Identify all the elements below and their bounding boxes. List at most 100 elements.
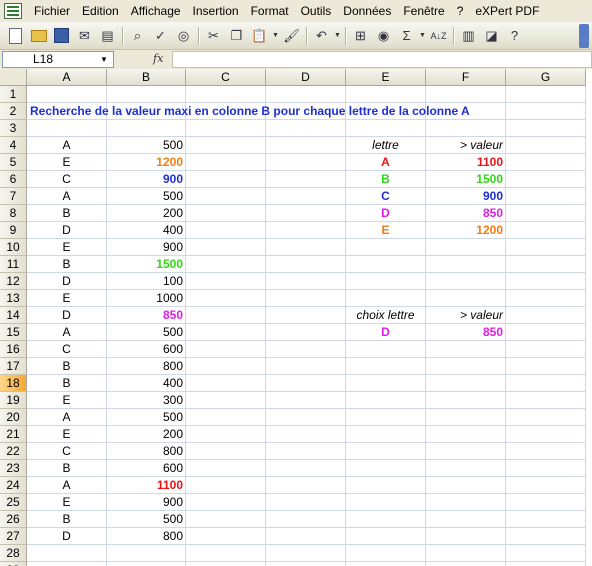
cell-D5[interactable] xyxy=(266,154,346,171)
cell-D11[interactable] xyxy=(266,256,346,273)
cell-A11[interactable]: B xyxy=(27,256,107,273)
cell-E20[interactable] xyxy=(346,409,426,426)
row-header[interactable]: 6 xyxy=(0,171,27,188)
cell-E10[interactable] xyxy=(346,239,426,256)
cell-F9[interactable]: 1200 xyxy=(426,222,506,239)
cell-F22[interactable] xyxy=(426,443,506,460)
column-header-e[interactable]: E xyxy=(346,69,426,86)
cell-G21[interactable] xyxy=(506,426,586,443)
cell-B22[interactable]: 800 xyxy=(107,443,186,460)
row-header[interactable]: 13 xyxy=(0,290,27,307)
cell-D3[interactable] xyxy=(266,120,346,137)
cell-C4[interactable] xyxy=(186,137,266,154)
cell-E24[interactable] xyxy=(346,477,426,494)
cell-A3[interactable] xyxy=(27,120,107,137)
row-header[interactable]: 11 xyxy=(0,256,27,273)
row-header[interactable]: 12 xyxy=(0,273,27,290)
cell-C21[interactable] xyxy=(186,426,266,443)
cell-C5[interactable] xyxy=(186,154,266,171)
cell-B12[interactable]: 100 xyxy=(107,273,186,290)
cell-F25[interactable] xyxy=(426,494,506,511)
cell-A4[interactable]: A xyxy=(27,137,107,154)
cell-E9[interactable]: E xyxy=(346,222,426,239)
excel-doc-icon[interactable] xyxy=(4,3,22,19)
cell-F23[interactable] xyxy=(426,460,506,477)
cell-C28[interactable] xyxy=(186,545,266,562)
cell-F5[interactable]: 1100 xyxy=(426,154,506,171)
cell-G1[interactable] xyxy=(506,86,586,103)
cell-B28[interactable] xyxy=(107,545,186,562)
row-header[interactable]: 2 xyxy=(0,103,27,120)
column-header-c[interactable]: C xyxy=(186,69,266,86)
row-header[interactable]: 26 xyxy=(0,511,27,528)
cell-G20[interactable] xyxy=(506,409,586,426)
drawing-icon[interactable]: ◪ xyxy=(480,25,503,47)
menu-format[interactable]: Format xyxy=(245,0,295,22)
cell-B7[interactable]: 500 xyxy=(107,188,186,205)
cell-G3[interactable] xyxy=(506,120,586,137)
cell-C24[interactable] xyxy=(186,477,266,494)
sort-ascending-icon[interactable]: A↓Z xyxy=(427,25,450,47)
print-preview-icon[interactable]: ⌕ xyxy=(126,25,149,47)
formula-input[interactable] xyxy=(172,51,592,68)
cell-E16[interactable] xyxy=(346,341,426,358)
cell-F27[interactable] xyxy=(426,528,506,545)
row-header[interactable]: 19 xyxy=(0,392,27,409)
cell-B25[interactable]: 900 xyxy=(107,494,186,511)
cell-E4[interactable]: lettre xyxy=(346,137,426,154)
cell-E19[interactable] xyxy=(346,392,426,409)
menu-donnees[interactable]: Données xyxy=(337,0,397,22)
cell-C26[interactable] xyxy=(186,511,266,528)
help-icon[interactable]: ? xyxy=(503,25,526,47)
cell-A1[interactable] xyxy=(27,86,107,103)
row-header[interactable]: 22 xyxy=(0,443,27,460)
row-header[interactable]: 8 xyxy=(0,205,27,222)
cell-F29[interactable] xyxy=(426,562,506,566)
cell-D6[interactable] xyxy=(266,171,346,188)
cell-A28[interactable] xyxy=(27,545,107,562)
cell-B6[interactable]: 900 xyxy=(107,171,186,188)
cell-C7[interactable] xyxy=(186,188,266,205)
cell-D23[interactable] xyxy=(266,460,346,477)
cell-E28[interactable] xyxy=(346,545,426,562)
cell-D7[interactable] xyxy=(266,188,346,205)
row-header[interactable]: 23 xyxy=(0,460,27,477)
research-icon[interactable]: ◎ xyxy=(172,25,195,47)
cell-F8[interactable]: 850 xyxy=(426,205,506,222)
cell-A8[interactable]: B xyxy=(27,205,107,222)
cell-F4[interactable]: > valeur xyxy=(426,137,506,154)
cell-B10[interactable]: 900 xyxy=(107,239,186,256)
cell-D18[interactable] xyxy=(266,375,346,392)
cell-G11[interactable] xyxy=(506,256,586,273)
cell-B20[interactable]: 500 xyxy=(107,409,186,426)
chart-wizard-icon[interactable]: ▥ xyxy=(457,25,480,47)
cell-F10[interactable] xyxy=(426,239,506,256)
cell-G7[interactable] xyxy=(506,188,586,205)
cell-C16[interactable] xyxy=(186,341,266,358)
cell-A22[interactable]: C xyxy=(27,443,107,460)
cell-B24[interactable]: 1100 xyxy=(107,477,186,494)
cell-B19[interactable]: 300 xyxy=(107,392,186,409)
save-icon[interactable] xyxy=(50,25,73,47)
cell-A13[interactable]: E xyxy=(27,290,107,307)
cell-G22[interactable] xyxy=(506,443,586,460)
cell-C9[interactable] xyxy=(186,222,266,239)
autosum-dropdown-icon[interactable]: ▼ xyxy=(418,25,427,47)
cell-B17[interactable]: 800 xyxy=(107,358,186,375)
autosum-icon[interactable]: Σ xyxy=(395,25,418,47)
cell-B1[interactable] xyxy=(107,86,186,103)
cell-E8[interactable]: D xyxy=(346,205,426,222)
menu-insertion[interactable]: Insertion xyxy=(187,0,245,22)
cell-B23[interactable]: 600 xyxy=(107,460,186,477)
permission-icon[interactable]: ✉ xyxy=(73,25,96,47)
cell-G24[interactable] xyxy=(506,477,586,494)
cell-D27[interactable] xyxy=(266,528,346,545)
cell-E17[interactable] xyxy=(346,358,426,375)
cell-G18[interactable] xyxy=(506,375,586,392)
cell-B27[interactable]: 800 xyxy=(107,528,186,545)
cell-G16[interactable] xyxy=(506,341,586,358)
row-header[interactable]: 14 xyxy=(0,307,27,324)
row-header[interactable]: 4 xyxy=(0,137,27,154)
copy-icon[interactable]: ❐ xyxy=(225,25,248,47)
cell-G26[interactable] xyxy=(506,511,586,528)
